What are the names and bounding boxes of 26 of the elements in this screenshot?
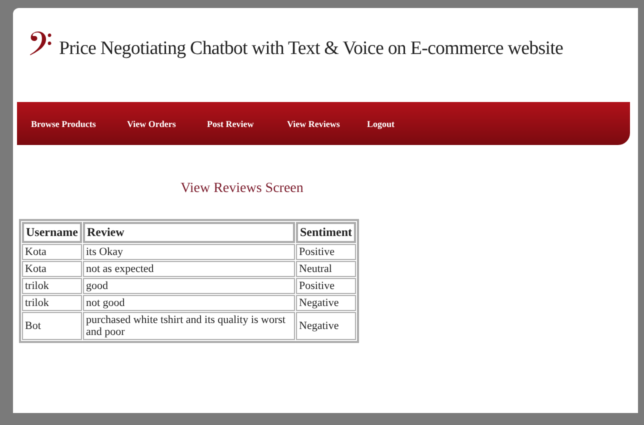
nav-link[interactable]: Logout — [367, 118, 447, 128]
nav-link[interactable]: Post Review — [207, 118, 287, 128]
column-header: Sentiment — [296, 222, 356, 243]
table-cell: good — [82, 278, 295, 294]
nav-link[interactable]: Browse Products — [31, 118, 127, 128]
table-cell: Positive — [296, 278, 356, 294]
column-header: Username — [22, 222, 82, 243]
table-cell: Bot — [22, 312, 82, 340]
nav-link[interactable]: View Orders — [127, 118, 207, 128]
logo-icon: 𝄢 — [27, 29, 53, 69]
table-cell: Positive — [296, 244, 356, 260]
table-cell: not good — [82, 295, 295, 311]
page-title: View Reviews Screen — [180, 181, 304, 197]
table-cell: purchased white tshirt and its quality is worst and poor — [82, 312, 295, 340]
table-cell: not as expected — [82, 261, 295, 277]
nav-link[interactable]: View Reviews — [287, 118, 367, 128]
table-cell: its Okay — [82, 244, 295, 260]
table-cell: Negative — [296, 295, 356, 311]
column-header: Review — [82, 222, 295, 243]
site-title: Price Negotiating Chatbot with Text & Voice on E-commerce website — [59, 38, 564, 60]
table-cell: Kota — [22, 261, 82, 277]
table-cell: trilok — [22, 278, 82, 294]
table-cell: Neutral — [296, 261, 356, 277]
table-cell: Negative — [296, 312, 356, 340]
table-cell: trilok — [22, 295, 82, 311]
table-cell: Kota — [22, 244, 82, 260]
